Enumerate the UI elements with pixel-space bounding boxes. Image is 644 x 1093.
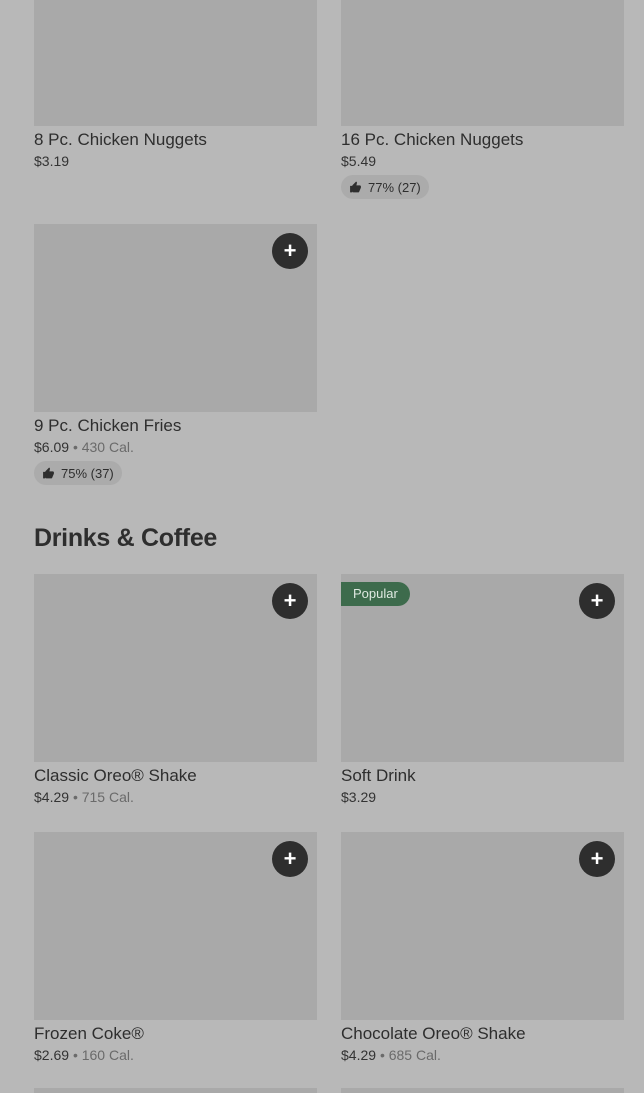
item-image[interactable]: + <box>34 832 317 1020</box>
add-item-button[interactable]: + <box>579 841 615 877</box>
menu-item-card[interactable]: + Classic Oreo® Shake $4.29 • 715 Cal. <box>34 574 317 807</box>
popular-badge: Popular <box>341 582 410 606</box>
item-price-line: $2.69 • 160 Cal. <box>34 1045 317 1065</box>
separator-dot: • <box>72 1047 78 1063</box>
item-calories: 685 Cal. <box>388 1047 441 1063</box>
item-image[interactable]: + <box>34 574 317 762</box>
item-calories: 715 Cal. <box>81 789 134 805</box>
menu-item-card[interactable]: + Frozen Coke® $2.69 • 160 Cal. <box>34 832 317 1065</box>
item-price-line: $5.49 <box>341 151 624 171</box>
item-price: $2.69 <box>34 1047 70 1063</box>
item-calories: 430 Cal. <box>81 439 134 455</box>
thumbs-up-icon <box>350 181 361 192</box>
separator-dot: • <box>72 439 78 455</box>
plus-icon: + <box>283 588 297 613</box>
item-image[interactable]: + <box>34 224 317 412</box>
plus-icon: + <box>590 588 604 613</box>
rating-text: 75% (37) <box>61 465 114 481</box>
menu-item-card[interactable]: + 9 Pc. Chicken Fries $6.09 • 430 Cal. 7… <box>34 224 317 485</box>
separator-dot: • <box>379 1047 385 1063</box>
item-price: $5.49 <box>341 153 377 169</box>
menu-item-card[interactable]: 16 Pc. Chicken Nuggets $5.49 77% (27) <box>341 0 624 199</box>
item-calories: 160 Cal. <box>81 1047 134 1063</box>
item-name: Soft Drink <box>341 766 416 785</box>
menu-item-card[interactable]: Popular + Soft Drink $3.29 <box>341 574 624 807</box>
menu-item-card[interactable]: 8 Pc. Chicken Nuggets $3.19 <box>34 0 317 171</box>
plus-icon: + <box>283 238 297 263</box>
item-price-line: $4.29 • 715 Cal. <box>34 787 317 807</box>
item-price: $3.29 <box>341 789 377 805</box>
menu-item-card[interactable]: + Chocolate Oreo® Shake $4.29 • 685 Cal. <box>341 832 624 1065</box>
item-image[interactable] <box>341 0 624 126</box>
section-title: Drinks & Coffee <box>34 524 218 552</box>
item-name: 9 Pc. Chicken Fries <box>34 416 182 435</box>
rating-text: 77% (27) <box>368 179 421 195</box>
rating-badge: 77% (27) <box>341 175 429 199</box>
item-price: $3.19 <box>34 153 70 169</box>
add-item-button[interactable]: + <box>272 841 308 877</box>
thumbs-up-icon <box>43 467 54 478</box>
item-image[interactable]: Popular + <box>341 574 624 762</box>
item-image[interactable] <box>34 1088 317 1093</box>
item-name: Chocolate Oreo® Shake <box>341 1024 526 1043</box>
item-price: $4.29 <box>341 1047 377 1063</box>
add-item-button[interactable]: + <box>272 233 308 269</box>
item-image[interactable] <box>341 1088 624 1093</box>
item-price: $4.29 <box>34 789 70 805</box>
item-image[interactable]: + <box>341 832 624 1020</box>
item-name: Frozen Coke® <box>34 1024 144 1043</box>
item-image[interactable] <box>34 0 317 126</box>
separator-dot: • <box>72 789 78 805</box>
menu-page: 8 Pc. Chicken Nuggets $3.19 16 Pc. Chick… <box>0 0 644 1093</box>
item-name: 8 Pc. Chicken Nuggets <box>34 130 207 149</box>
item-price-line: $6.09 • 430 Cal. <box>34 437 317 457</box>
item-price-line: $4.29 • 685 Cal. <box>341 1045 624 1065</box>
item-price-line: $3.29 <box>341 787 624 807</box>
item-name: Classic Oreo® Shake <box>34 766 197 785</box>
add-item-button[interactable]: + <box>272 583 308 619</box>
item-price-line: $3.19 <box>34 151 317 171</box>
item-name: 16 Pc. Chicken Nuggets <box>341 130 524 149</box>
item-price: $6.09 <box>34 439 70 455</box>
add-item-button[interactable]: + <box>579 583 615 619</box>
rating-badge: 75% (37) <box>34 461 122 485</box>
plus-icon: + <box>283 846 297 871</box>
plus-icon: + <box>590 846 604 871</box>
